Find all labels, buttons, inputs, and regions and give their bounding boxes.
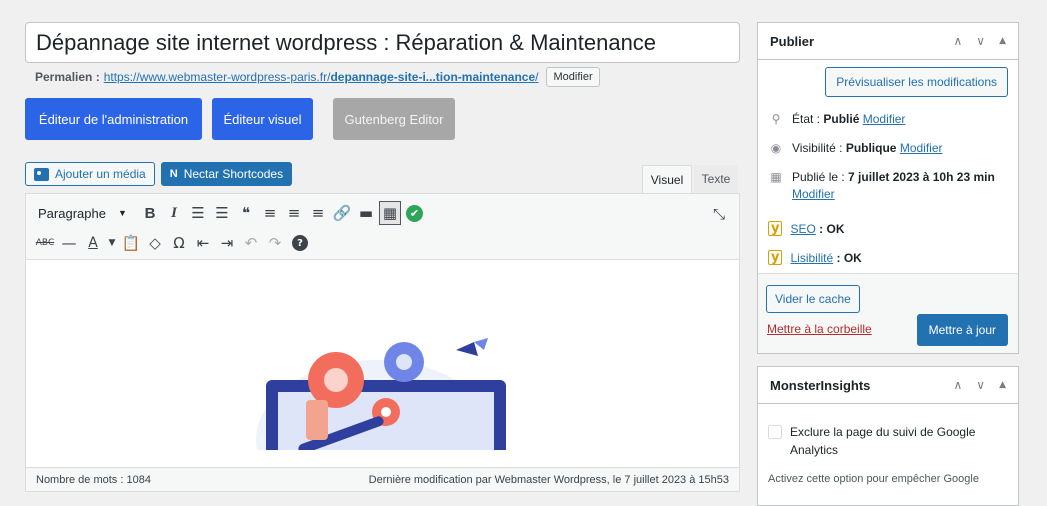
- text-color-dropdown-icon[interactable]: ▼: [106, 231, 118, 255]
- undo-icon[interactable]: ↶: [240, 231, 262, 255]
- fullscreen-icon[interactable]: ⤡: [713, 205, 725, 223]
- date-modify-link[interactable]: Modifier: [792, 187, 835, 201]
- editor-status-bar: Nombre de mots : 1084 Dernière modificat…: [25, 468, 740, 492]
- permalink-label: Permalien :: [35, 70, 100, 84]
- preview-changes-button[interactable]: Prévisualiser les modifications: [825, 67, 1008, 97]
- align-center-icon[interactable]: ≡: [283, 201, 305, 225]
- bold-button[interactable]: B: [139, 201, 161, 225]
- calendar-icon: ▦: [770, 170, 782, 184]
- status-value: Publié: [823, 112, 860, 126]
- date-value: 7 juillet 2023 à 10h 23 min: [848, 170, 995, 184]
- update-button[interactable]: Mettre à jour: [916, 314, 1008, 346]
- last-modified: Dernière modification par Webmaster Word…: [368, 473, 729, 486]
- editor-frame: Paragraphe ▼ B I ☰ ☰ ❝ ≡ ≡ ≡ 🔗 ▬ ▦ ✔ ABC…: [25, 193, 740, 468]
- seo-row: y SEO : OK: [768, 221, 1008, 238]
- readability-row: y Lisibilité : OK: [768, 250, 1008, 267]
- status-modify-link[interactable]: Modifier: [863, 112, 906, 126]
- gutenberg-editor-button[interactable]: Gutenberg Editor: [333, 98, 455, 140]
- editor-content-area[interactable]: [26, 260, 739, 450]
- nectar-shortcodes-button[interactable]: N Nectar Shortcodes: [160, 162, 293, 186]
- editor-toolbar: Paragraphe ▼ B I ☰ ☰ ❝ ≡ ≡ ≡ 🔗 ▬ ▦ ✔ ABC…: [26, 194, 739, 260]
- seo-link[interactable]: SEO: [790, 222, 815, 236]
- move-up-icon[interactable]: ∧: [953, 34, 962, 48]
- monsterinsights-header: MonsterInsights ∧ ∨ ▲: [758, 367, 1018, 404]
- exclude-analytics-note: Activez cette option pour empêcher Googl…: [768, 473, 979, 485]
- nectar-label: Nectar Shortcodes: [183, 167, 284, 181]
- tab-text[interactable]: Texte: [694, 165, 738, 193]
- collapse-icon[interactable]: ▲: [999, 36, 1006, 48]
- readability-value: : OK: [836, 251, 862, 265]
- chevron-down-icon: ▼: [117, 208, 127, 218]
- move-up-icon[interactable]: ∧: [953, 378, 962, 392]
- exclude-analytics-row: Exclure la page du suivi de Google Analy…: [768, 423, 1008, 459]
- nectar-icon: N: [169, 168, 178, 180]
- align-left-icon[interactable]: ≡: [259, 201, 281, 225]
- strikethrough-icon[interactable]: ABC: [34, 231, 56, 255]
- add-media-label: Ajouter un média: [55, 167, 146, 181]
- visibility-value: Publique: [845, 141, 897, 155]
- align-right-icon[interactable]: ≡: [307, 201, 329, 225]
- status-prefix: État :: [792, 112, 821, 126]
- format-select-value: Paragraphe: [38, 205, 106, 221]
- visibility-modify-link[interactable]: Modifier: [900, 141, 943, 155]
- horizontal-line-icon[interactable]: —: [58, 231, 80, 255]
- admin-editor-button[interactable]: Éditeur de l'administration: [25, 98, 202, 140]
- seo-value: : OK: [819, 222, 845, 236]
- italic-button[interactable]: I: [163, 201, 185, 225]
- permalink-row: Permalien : https://www.webmaster-wordpr…: [35, 66, 600, 88]
- paste-text-icon[interactable]: 📋: [120, 231, 142, 255]
- check-icon[interactable]: ✔: [406, 204, 423, 222]
- pin-icon: ⚲: [771, 112, 781, 126]
- visibility-row: ◉ Visibilité : Publique Modifier: [768, 140, 1008, 157]
- eye-icon: ◉: [770, 141, 782, 155]
- indent-icon[interactable]: ⇥: [216, 231, 238, 255]
- tab-visual[interactable]: Visuel: [642, 165, 692, 193]
- yoast-icon: y: [768, 221, 783, 236]
- permalink-link[interactable]: https://www.webmaster-wordpress-paris.fr…: [104, 70, 539, 84]
- maintenance-illustration: [256, 338, 506, 450]
- collapse-icon[interactable]: ▲: [999, 380, 1006, 392]
- publish-box-title: Publier: [770, 33, 815, 49]
- visual-editor-button[interactable]: Éditeur visuel: [212, 98, 313, 140]
- media-icon: [34, 167, 49, 181]
- visibility-prefix: Visibilité :: [792, 141, 843, 155]
- exclude-analytics-checkbox[interactable]: [768, 425, 782, 439]
- post-title-input[interactable]: Dépannage site internet wordpress : Répa…: [25, 22, 740, 63]
- outdent-icon[interactable]: ⇤: [192, 231, 214, 255]
- numbered-list-icon[interactable]: ☰: [211, 201, 233, 225]
- move-down-icon[interactable]: ∨: [976, 378, 985, 392]
- blockquote-icon[interactable]: ❝: [235, 201, 257, 225]
- monsterinsights-box: MonsterInsights ∧ ∨ ▲ Exclure la page du…: [757, 366, 1019, 506]
- yoast-icon: y: [768, 250, 783, 265]
- clear-formatting-icon[interactable]: ◇: [144, 231, 166, 255]
- monsterinsights-title: MonsterInsights: [770, 377, 871, 393]
- help-icon[interactable]: ?: [292, 235, 308, 251]
- readability-link[interactable]: Lisibilité: [790, 251, 833, 265]
- permalink-modify-button[interactable]: Modifier: [546, 67, 600, 87]
- add-media-button[interactable]: Ajouter un média: [25, 162, 155, 186]
- redo-icon[interactable]: ↷: [264, 231, 286, 255]
- publish-box-header: Publier ∧ ∨ ▲: [758, 23, 1018, 60]
- text-color-icon[interactable]: A: [82, 231, 104, 255]
- publish-box: Publier ∧ ∨ ▲ Prévisualiser les modifica…: [757, 22, 1019, 354]
- read-more-icon[interactable]: ▬: [355, 201, 377, 225]
- exclude-analytics-label: Exclure la page du suivi de Google Analy…: [790, 425, 976, 457]
- move-down-icon[interactable]: ∨: [976, 34, 985, 48]
- bullet-list-icon[interactable]: ☰: [187, 201, 209, 225]
- link-icon[interactable]: 🔗: [331, 201, 353, 225]
- status-row: ⚲ État : Publié Modifier: [768, 111, 1008, 128]
- move-to-trash-link[interactable]: Mettre à la corbeille: [767, 322, 872, 336]
- special-character-icon[interactable]: Ω: [168, 231, 190, 255]
- format-select[interactable]: Paragraphe ▼: [34, 206, 139, 221]
- date-prefix: Publié le :: [792, 170, 845, 184]
- clear-cache-button[interactable]: Vider le cache: [766, 285, 860, 313]
- media-buttons: Ajouter un média N Nectar Shortcodes: [25, 162, 293, 186]
- toolbar-toggle-icon[interactable]: ▦: [379, 201, 401, 225]
- word-count: Nombre de mots : 1084: [36, 473, 151, 486]
- publish-actions: Vider le cache Mettre à la corbeille Met…: [758, 273, 1018, 353]
- publish-date-row: ▦ Publié le : 7 juillet 2023 à 10h 23 mi…: [768, 169, 1008, 203]
